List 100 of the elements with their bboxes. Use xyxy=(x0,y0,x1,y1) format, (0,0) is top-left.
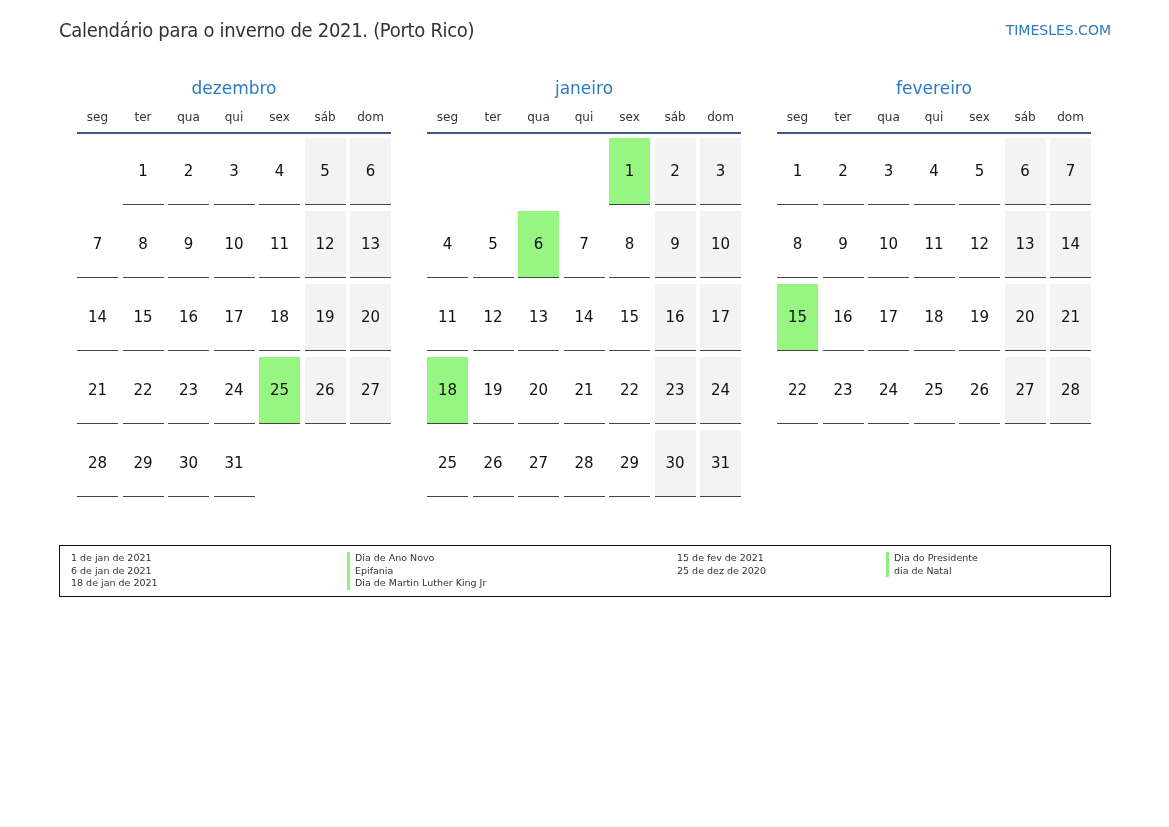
day-cell: 22 xyxy=(122,357,164,424)
day-cell: 11 xyxy=(913,211,955,278)
day-cell: 29 xyxy=(122,430,164,497)
day-cell: 7 xyxy=(77,211,118,278)
day-cell: 1 xyxy=(122,138,164,205)
day-cell: 14 xyxy=(563,284,605,351)
day-cell: 28 xyxy=(77,430,118,497)
day-cell: 14 xyxy=(1050,211,1091,278)
day-cell: 22 xyxy=(777,357,818,424)
day-cell: 27 xyxy=(350,357,391,424)
day-cell: 19 xyxy=(472,357,514,424)
holiday-name: Dia de Ano Novo xyxy=(347,552,677,565)
day-cell: 24 xyxy=(868,357,909,424)
holiday-date: 1 de jan de 2021 xyxy=(71,552,153,565)
day-cell: 8 xyxy=(777,211,818,278)
weekday-label: sáb xyxy=(663,109,687,126)
holiday-name: Dia de Martin Luther King Jr xyxy=(347,577,677,590)
weekday-label: qui xyxy=(223,109,245,126)
weekday-label: dom xyxy=(706,109,735,126)
weekday-label: seg xyxy=(785,109,810,126)
day-cell: 9 xyxy=(654,211,696,278)
month-name: dezembro xyxy=(190,78,278,100)
day-cell: 7 xyxy=(563,211,605,278)
day-cell: 2 xyxy=(168,138,209,205)
holiday-date: 15 de fev de 2021 xyxy=(677,552,765,565)
holiday-day-cell: 6 xyxy=(518,211,559,278)
day-cell: 10 xyxy=(213,211,255,278)
day-cell: 23 xyxy=(654,357,696,424)
day-cell: 24 xyxy=(213,357,255,424)
weekday-label: sex xyxy=(618,109,641,126)
holiday-date: 18 de jan de 2021 xyxy=(71,577,159,590)
weekday-label: ter xyxy=(833,109,853,126)
month-name: janeiro xyxy=(553,78,615,100)
holiday-date: 25 de dez de 2020 xyxy=(677,564,767,577)
day-cell: 29 xyxy=(609,430,650,497)
day-cell: 30 xyxy=(168,430,209,497)
holiday-date: 6 de jan de 2021 xyxy=(71,564,153,577)
day-cell: 2 xyxy=(822,138,864,205)
holiday-day-cell: 18 xyxy=(427,357,468,424)
day-cell: 19 xyxy=(304,284,346,351)
day-cell: 30 xyxy=(654,430,696,497)
day-cell: 20 xyxy=(350,284,391,351)
site-link[interactable]: TIMESLES.COM xyxy=(1005,22,1111,38)
day-cell: 4 xyxy=(913,138,955,205)
day-cell: 17 xyxy=(868,284,909,351)
weekday-label: dom xyxy=(1056,109,1085,126)
day-cell: 21 xyxy=(1050,284,1091,351)
day-cell: 19 xyxy=(959,284,1000,351)
day-cell: 11 xyxy=(427,284,468,351)
day-cell: 13 xyxy=(1004,211,1046,278)
weekday-label: seg xyxy=(85,109,110,126)
day-cell: 21 xyxy=(563,357,605,424)
month-name: fevereiro xyxy=(895,78,973,100)
day-cell: 12 xyxy=(959,211,1000,278)
day-cell: 2 xyxy=(654,138,696,205)
holiday-name: dia de Natal xyxy=(886,564,1100,577)
day-cell: 18 xyxy=(259,284,300,351)
weekday-label: qua xyxy=(176,109,201,126)
day-cell: 26 xyxy=(959,357,1000,424)
day-cell: 16 xyxy=(654,284,696,351)
weekday-label: sex xyxy=(268,109,291,126)
holiday-name: Dia do Presidente xyxy=(886,552,1100,565)
day-cell: 25 xyxy=(427,430,468,497)
day-cell: 12 xyxy=(304,211,346,278)
day-cell: 26 xyxy=(304,357,346,424)
weekday-label: seg xyxy=(435,109,460,126)
day-cell: 27 xyxy=(1004,357,1046,424)
day-cell: 22 xyxy=(609,357,650,424)
day-cell: 25 xyxy=(913,357,955,424)
weekday-label: qui xyxy=(923,109,945,126)
day-cell: 15 xyxy=(609,284,650,351)
day-cell: 9 xyxy=(822,211,864,278)
weekday-label: qua xyxy=(876,109,901,126)
day-cell: 20 xyxy=(1004,284,1046,351)
day-cell: 16 xyxy=(168,284,209,351)
day-cell: 28 xyxy=(1050,357,1091,424)
day-cell: 4 xyxy=(259,138,300,205)
day-cell: 6 xyxy=(1004,138,1046,205)
day-cell: 12 xyxy=(472,284,514,351)
holiday-day-cell: 25 xyxy=(259,357,300,424)
day-cell: 17 xyxy=(213,284,255,351)
day-cell: 13 xyxy=(518,284,559,351)
day-cell: 3 xyxy=(213,138,255,205)
weekday-label: dom xyxy=(356,109,385,126)
weekday-label: sáb xyxy=(313,109,337,126)
day-cell: 13 xyxy=(350,211,391,278)
day-cell: 6 xyxy=(350,138,391,205)
day-cell: 16 xyxy=(822,284,864,351)
day-cell: 9 xyxy=(168,211,209,278)
day-cell: 15 xyxy=(122,284,164,351)
weekday-label: sáb xyxy=(1013,109,1037,126)
day-cell: 24 xyxy=(700,357,741,424)
day-cell: 10 xyxy=(868,211,909,278)
day-cell: 8 xyxy=(609,211,650,278)
day-cell: 10 xyxy=(700,211,741,278)
day-cell: 21 xyxy=(77,357,118,424)
day-cell: 31 xyxy=(700,430,741,497)
day-cell: 23 xyxy=(822,357,864,424)
day-cell: 11 xyxy=(259,211,300,278)
page-title: Calendário para o inverno de 2021. (Porto Rico) xyxy=(59,18,475,42)
